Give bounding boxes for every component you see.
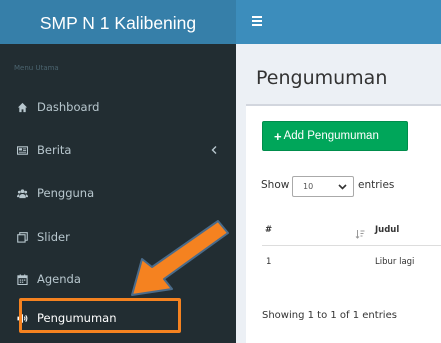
chevron-left-icon <box>210 145 218 155</box>
show-label: Show <box>261 179 290 191</box>
top-navbar <box>236 0 441 44</box>
sidebar-item-label: Agenda <box>37 272 81 286</box>
table-divider <box>262 245 441 246</box>
column-header-number[interactable]: # <box>265 225 272 235</box>
app-title: SMP N 1 Kalibening <box>39 12 197 33</box>
app-logo[interactable]: SMP N 1 Kalibening <box>0 0 236 44</box>
add-button-label: Add Pengumuman <box>283 130 379 142</box>
page-title: Pengumuman <box>256 67 388 89</box>
entries-value: 10 <box>303 182 314 191</box>
sidebar-header: Menu Utama <box>14 64 59 72</box>
add-pengumuman-button[interactable]: + Add Pengumuman <box>262 121 408 151</box>
sidebar-item-label: Berita <box>37 143 72 157</box>
calendar-icon <box>16 273 28 285</box>
sidebar-item-label: Dashboard <box>37 100 100 114</box>
annotation-arrow-icon <box>131 220 229 296</box>
sidebar-item-pengguna[interactable]: Pengguna <box>0 176 236 210</box>
entries-select[interactable]: 10 <box>292 176 354 197</box>
hamburger-menu-icon[interactable] <box>252 16 264 28</box>
table-info: Showing 1 to 1 of 1 entries <box>262 310 397 321</box>
column-header-judul[interactable]: Judul <box>375 225 399 235</box>
sidebar-item-label: Slider <box>37 230 70 244</box>
table-cell-judul: Libur lagi <box>375 257 415 267</box>
sidebar-item-dashboard[interactable]: Dashboard <box>0 90 236 124</box>
clone-icon <box>16 231 28 243</box>
home-icon <box>16 101 28 113</box>
chevron-down-icon <box>338 182 347 191</box>
table-cell-number: 1 <box>266 257 272 267</box>
sort-icon[interactable] <box>355 224 365 239</box>
entries-label: entries <box>358 179 395 191</box>
plus-icon: + <box>274 128 282 144</box>
newspaper-icon <box>16 144 28 156</box>
sidebar-item-berita[interactable]: Berita <box>0 133 236 167</box>
sidebar-item-label: Pengguna <box>37 186 95 200</box>
users-icon <box>16 187 28 199</box>
